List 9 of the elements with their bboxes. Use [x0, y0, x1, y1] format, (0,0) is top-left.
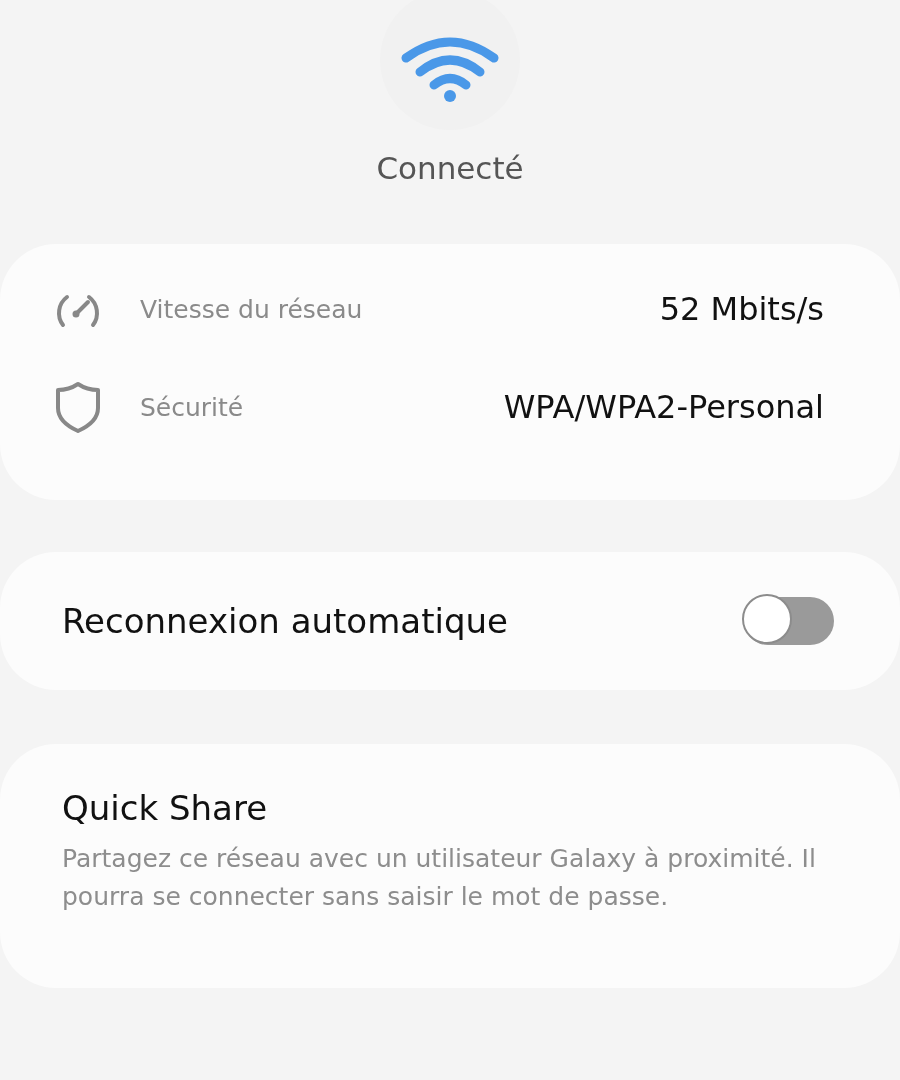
setting-title: Quick Share: [62, 788, 269, 828]
connection-status: Connecté: [376, 150, 524, 186]
toggle-switch[interactable]: [744, 597, 834, 645]
detail-value: WPA/WPA2-Personal: [503, 388, 824, 426]
setting-description: Partagez ce réseau avec un utilisateur Galaxy à proximité. Il pourra se connecter sans saisir le mot de passe.: [62, 843, 817, 913]
detail-label: Vitesse du réseau: [140, 294, 364, 324]
setting-label: Reconnexion automatique: [62, 601, 508, 641]
detail-value: 52 Mbits/s: [659, 290, 824, 328]
detail-label: Sécurité: [140, 392, 245, 422]
